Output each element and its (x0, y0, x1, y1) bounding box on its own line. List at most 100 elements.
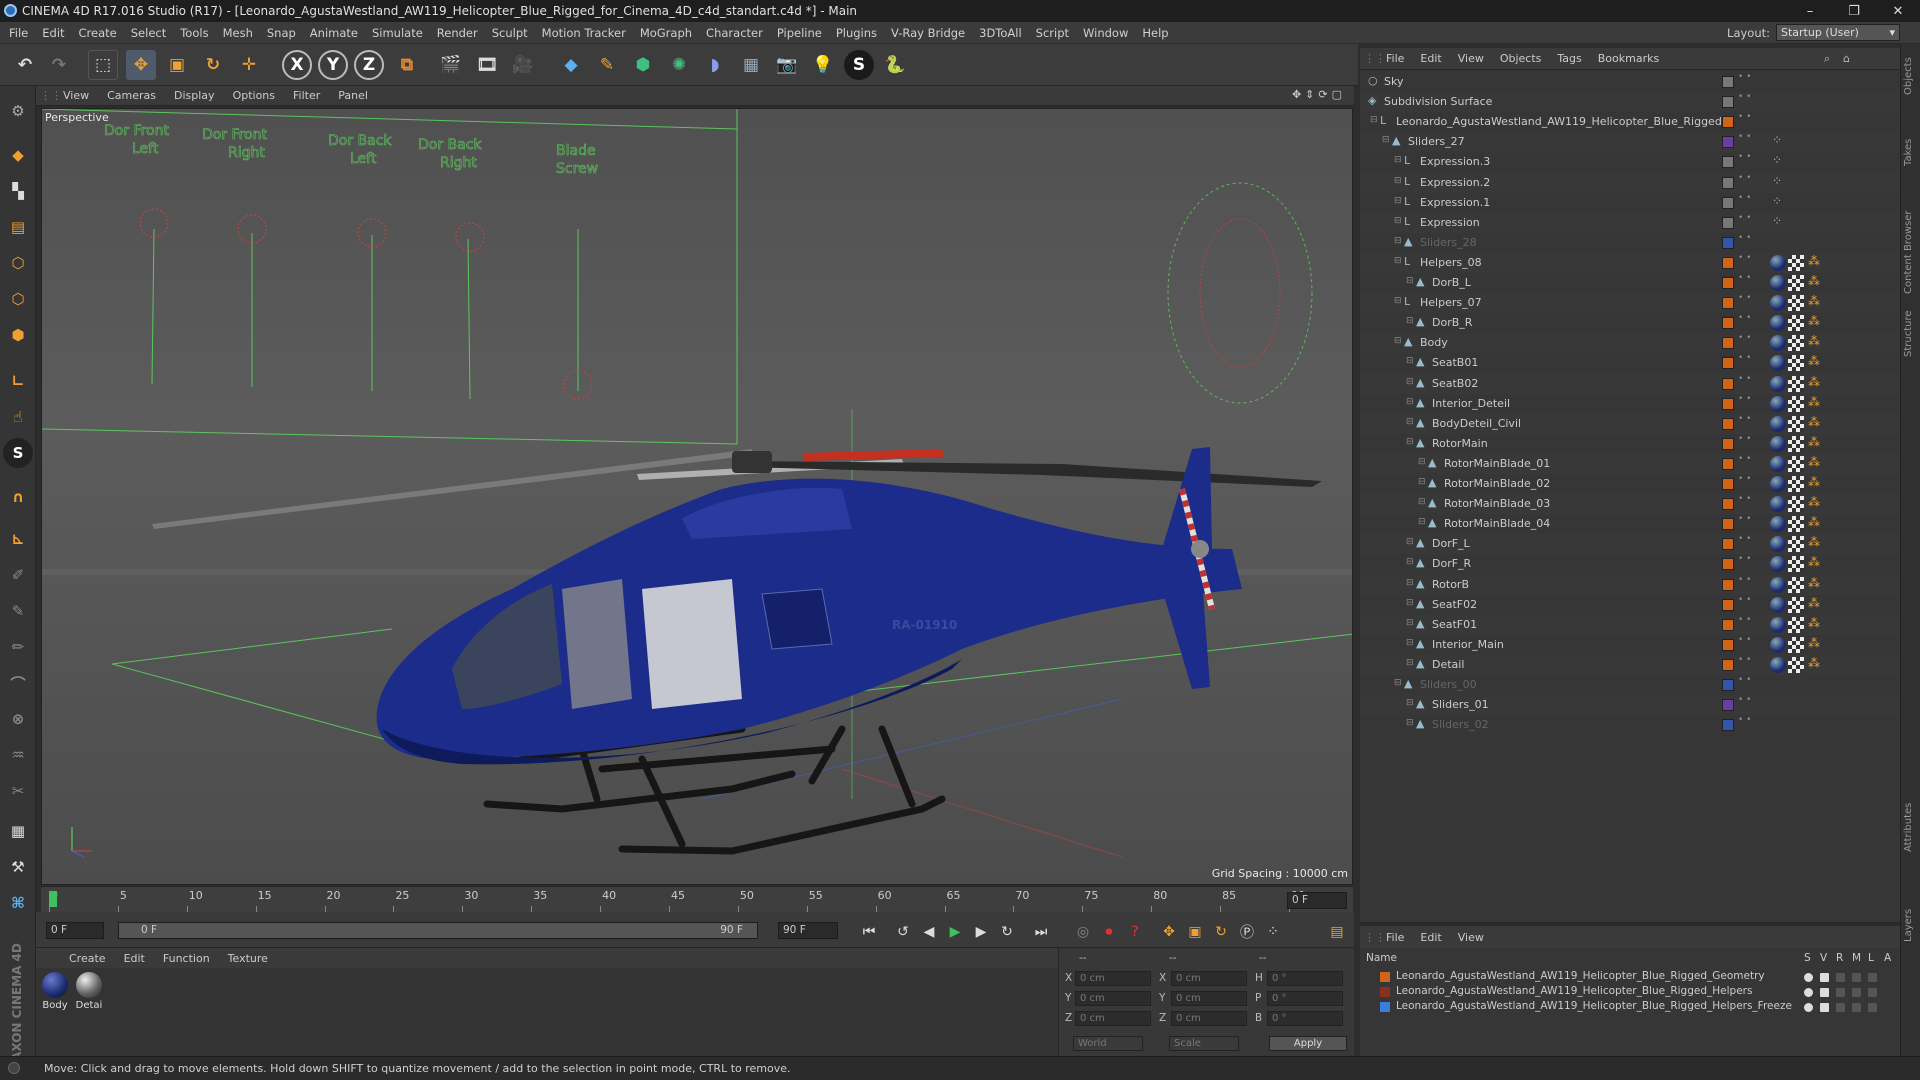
object-row[interactable]: ⊟ ▲ Sliders_28 • • (1360, 233, 1900, 253)
layer-column-r[interactable]: R (1836, 952, 1843, 964)
menu-window[interactable]: Window (1076, 26, 1135, 40)
material-tag-icon[interactable] (1770, 275, 1786, 291)
visibility-dots-icon[interactable]: • • (1738, 294, 1751, 303)
menu-edit[interactable]: Edit (35, 26, 71, 40)
current-frame-field[interactable]: 0 F (1287, 892, 1347, 909)
layer-column-m[interactable]: M (1852, 952, 1861, 964)
object-row[interactable]: ◈ Subdivision Surface • • (1360, 92, 1900, 113)
side-tab-content-browser[interactable]: Content Browser (1903, 204, 1919, 300)
object-row[interactable]: ⊟ ▲ Sliders_01 • • (1360, 695, 1900, 716)
visibility-dots-icon[interactable]: • • (1738, 434, 1751, 443)
layer-color-swatch[interactable] (1380, 972, 1390, 982)
visibility-dots-icon[interactable]: • • (1738, 374, 1751, 383)
layer-row[interactable]: Leonardo_AgustaWestland_AW119_Helicopter… (1360, 970, 1900, 985)
workplane-lock-icon[interactable]: ⊾ (3, 524, 33, 554)
layer-manager-toggle[interactable] (1852, 988, 1861, 997)
coordinate-system-icon[interactable]: ⧉ (392, 50, 422, 80)
xpresso-tag-icon[interactable]: ⁘ (1772, 214, 1782, 228)
visibility-dots-icon[interactable]: • • (1738, 233, 1751, 242)
xpresso-tag-icon[interactable]: ⁂ (1808, 596, 1820, 610)
array-icon[interactable]: ✺ (664, 50, 694, 80)
object-row[interactable]: ⊟ ▲ DorB_R • • ⁂ (1360, 313, 1900, 333)
tree-expander-icon[interactable]: ⊟ (1406, 578, 1414, 588)
tree-expander-icon[interactable]: ⊟ (1394, 216, 1402, 226)
visibility-dots-icon[interactable]: • • (1738, 113, 1751, 122)
material-menu-edit[interactable]: Edit (115, 952, 154, 965)
visibility-dots-icon[interactable]: • • (1738, 495, 1751, 504)
layer-color-swatch[interactable] (1722, 156, 1734, 169)
visibility-dots-icon[interactable]: • • (1738, 535, 1751, 544)
visibility-dots-icon[interactable]: • • (1738, 93, 1751, 102)
texture-mode-icon[interactable]: ▚ (3, 176, 33, 206)
timeline-playhead[interactable] (49, 891, 57, 907)
layer-lock-toggle[interactable] (1868, 973, 1877, 982)
tree-expander-icon[interactable]: ⊟ (1406, 698, 1414, 708)
xpresso-tag-icon[interactable]: ⁂ (1808, 455, 1820, 469)
xpresso-tag-icon[interactable]: ⁂ (1808, 475, 1820, 489)
layer-column-l[interactable]: L (1868, 952, 1874, 964)
menu-tools[interactable]: Tools (173, 26, 215, 40)
python-script-icon[interactable]: ⌘ (3, 888, 33, 918)
xpresso-tag-icon[interactable]: ⁂ (1808, 435, 1820, 449)
grab-icon[interactable]: ♒ (3, 740, 33, 770)
previous-frame-icon[interactable]: ◀ (918, 921, 940, 943)
snap-icon[interactable]: S (3, 438, 33, 468)
object-row[interactable]: ⊟ ▲ RotorMain • • ⁂ (1360, 434, 1900, 454)
material-tag-icon[interactable] (1770, 536, 1786, 553)
menu-file[interactable]: File (2, 26, 35, 40)
texture-tag-icon[interactable] (1788, 536, 1804, 553)
visibility-dots-icon[interactable]: • • (1738, 555, 1751, 564)
rotation-h-field[interactable]: 0 ° (1267, 971, 1343, 986)
tree-expander-icon[interactable]: ⊟ (1370, 115, 1378, 125)
maximize-button[interactable]: ❐ (1832, 0, 1876, 22)
viewport-menu-view[interactable]: View (54, 89, 98, 102)
menu-mesh[interactable]: Mesh (216, 26, 260, 40)
position-z-field[interactable]: 0 cm (1075, 1011, 1151, 1026)
object-row[interactable]: ⊟ ▲ DorF_L • • ⁂ (1360, 534, 1900, 555)
go-to-start-icon[interactable]: ⏮ (858, 921, 880, 943)
layer-column-a[interactable]: A (1884, 952, 1891, 964)
object-menu-tags[interactable]: Tags (1549, 52, 1589, 65)
make-editable-icon[interactable]: ⚙ (3, 96, 33, 126)
layer-column-v[interactable]: V (1820, 952, 1827, 964)
layer-color-swatch[interactable] (1380, 987, 1390, 997)
key-parameter-icon[interactable]: Ⓟ (1236, 921, 1258, 943)
texture-tag-icon[interactable] (1788, 275, 1804, 291)
autokey-icon[interactable]: ⏺ (1098, 921, 1120, 943)
tree-expander-icon[interactable]: ⊟ (1406, 718, 1414, 728)
viewport-menu-display[interactable]: Display (165, 89, 224, 102)
visibility-dots-icon[interactable]: • • (1738, 193, 1751, 202)
object-row[interactable]: ⊟ L Helpers_08 • • ⁂ (1360, 252, 1900, 273)
side-tab-attributes[interactable]: Attributes (1903, 794, 1919, 860)
tree-expander-icon[interactable]: ⊟ (1394, 678, 1402, 688)
paint-icon[interactable]: ✎ (3, 596, 33, 626)
tree-expander-icon[interactable]: ⊟ (1394, 296, 1402, 306)
material-tag-icon[interactable] (1770, 375, 1786, 392)
object-row[interactable]: ⊟ L Helpers_07 • • ⁂ (1360, 293, 1900, 314)
visibility-dots-icon[interactable]: • • (1738, 173, 1751, 182)
layer-color-swatch[interactable] (1722, 196, 1734, 209)
key-rotation-icon[interactable]: ↻ (1210, 921, 1232, 943)
key-scale-icon[interactable]: ▣ (1184, 921, 1206, 943)
tree-expander-icon[interactable]: ⊟ (1406, 658, 1414, 668)
object-row[interactable]: ⊟ L Expression.2 • • ⁘ (1360, 172, 1900, 193)
object-row[interactable]: ⊟ L Expression.3 • • ⁘ (1360, 152, 1900, 172)
layer-color-swatch[interactable] (1380, 1002, 1390, 1012)
xpresso-tag-icon[interactable]: ⁘ (1772, 174, 1782, 188)
texture-tag-icon[interactable] (1788, 496, 1804, 513)
material-body[interactable]: Body (40, 972, 70, 1011)
tree-expander-icon[interactable]: ⊟ (1394, 155, 1402, 165)
xpresso-tag-icon[interactable]: ⁂ (1808, 415, 1820, 429)
texture-tag-icon[interactable] (1788, 355, 1804, 372)
deformer-icon[interactable]: ◗ (700, 50, 730, 80)
visibility-dots-icon[interactable]: • • (1738, 615, 1751, 624)
layer-color-swatch[interactable] (1722, 136, 1734, 149)
material-tag-icon[interactable] (1770, 656, 1786, 673)
layer-color-swatch[interactable] (1722, 417, 1734, 430)
texture-tag-icon[interactable] (1788, 435, 1804, 452)
tree-expander-icon[interactable]: ⊟ (1382, 135, 1390, 145)
texture-tag-icon[interactable] (1788, 395, 1804, 412)
menu-script[interactable]: Script (1029, 26, 1076, 40)
layer-solo-toggle[interactable] (1804, 1003, 1813, 1012)
object-row[interactable]: ⊟ ▲ BodyDeteil_Civil • • ⁂ (1360, 413, 1900, 434)
